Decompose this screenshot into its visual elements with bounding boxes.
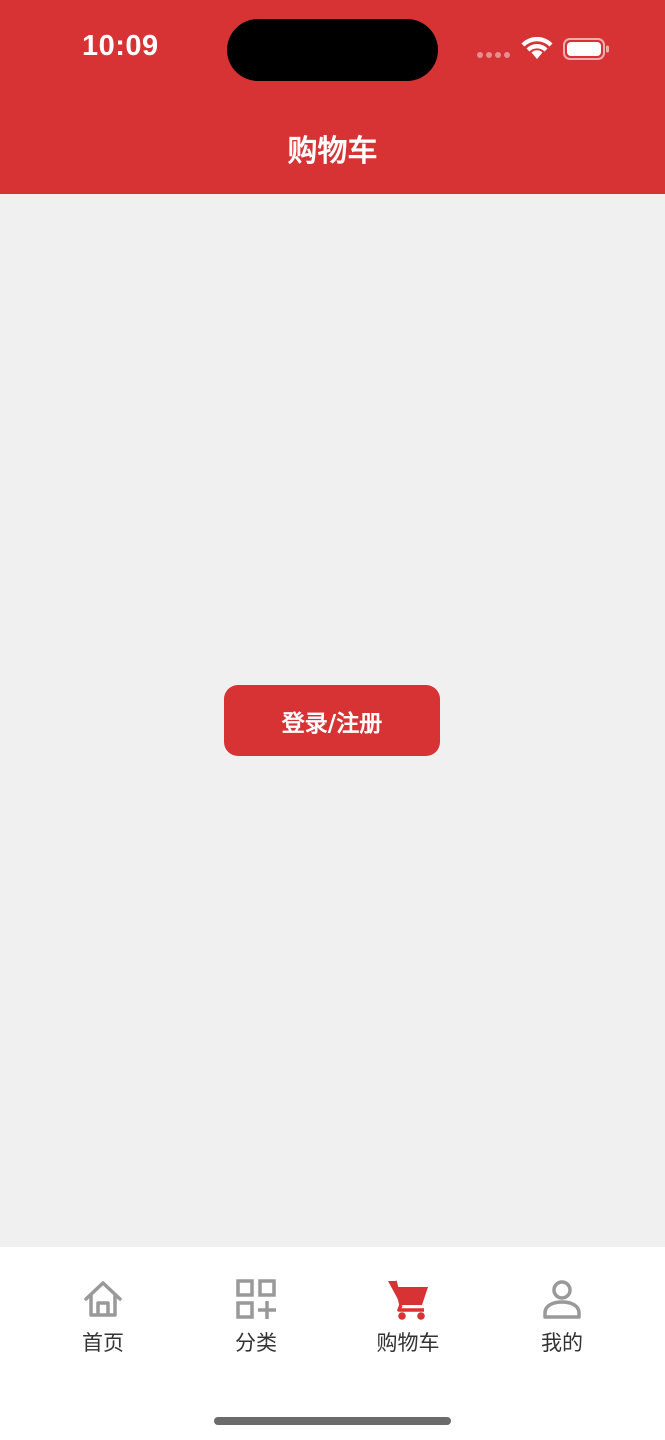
home-icon (84, 1281, 122, 1317)
cart-screen: 10:09 购物车 登录/注册 首页 分类 购物车 我的 (0, 0, 665, 1440)
dynamic-island (227, 19, 438, 81)
tab-cart[interactable]: 购物车 (348, 1277, 468, 1359)
tab-category-label: 分类 (235, 1331, 277, 1355)
login-register-button[interactable]: 登录/注册 (224, 685, 440, 756)
category-icon (236, 1279, 276, 1319)
wifi-icon (521, 37, 553, 59)
status-time: 10:09 (82, 30, 159, 62)
tab-cart-label: 购物车 (376, 1331, 440, 1355)
tab-home[interactable]: 首页 (43, 1277, 163, 1359)
tab-category[interactable]: 分类 (196, 1277, 316, 1359)
cellular-signal-icon (477, 52, 511, 60)
tab-bar: 首页 分类 购物车 我的 (0, 1247, 665, 1440)
tab-profile[interactable]: 我的 (502, 1277, 622, 1359)
header: 10:09 购物车 (0, 0, 665, 194)
tab-profile-label: 我的 (541, 1331, 583, 1355)
tab-home-label: 首页 (82, 1331, 124, 1355)
cart-icon (388, 1280, 428, 1320)
cart-content: 登录/注册 (0, 194, 665, 1247)
battery-icon (563, 38, 609, 60)
home-indicator[interactable] (214, 1417, 451, 1425)
page-title: 购物车 (287, 134, 378, 169)
user-icon (543, 1280, 581, 1319)
